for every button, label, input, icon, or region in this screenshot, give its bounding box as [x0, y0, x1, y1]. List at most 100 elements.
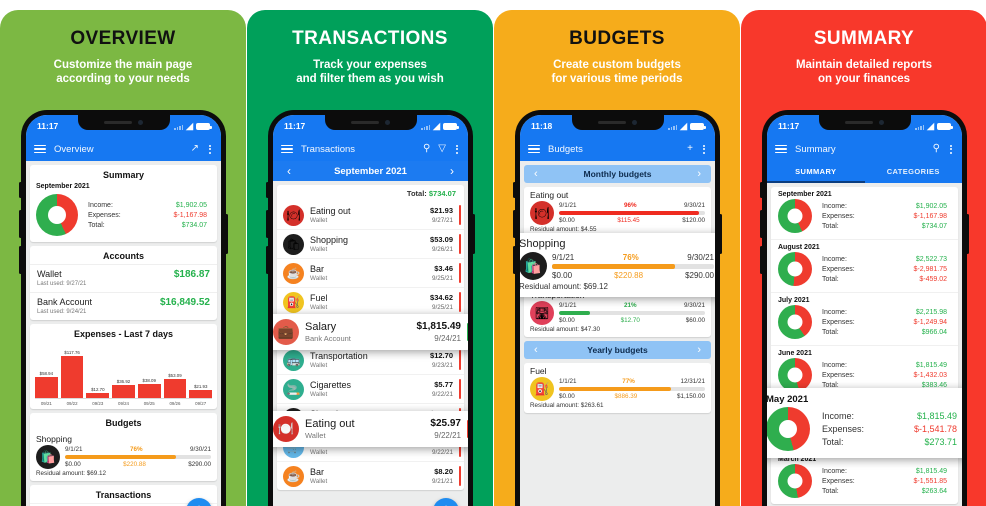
panel-subheading-line1: Create custom budgets	[553, 59, 681, 71]
app-bar: Transactions ⚲ ▽	[273, 137, 468, 161]
total-label: Total:	[822, 437, 844, 447]
budgets-card: Budgets Shopping 🛍️ 9/1/21 76% 9/30/21 $…	[30, 412, 217, 481]
highlighted-transaction-salary[interactable]: 💼 Salary Bank Account $1,815.49 9/24/21	[273, 314, 468, 350]
yearly-budgets-header[interactable]: ‹ Yearly budgets ›	[524, 341, 711, 359]
hamburger-icon[interactable]	[775, 144, 787, 154]
overview-body[interactable]: Summary September 2021 Income: $1,902.05 …	[26, 161, 221, 506]
panel-subheading-line1: Customize the main page	[53, 59, 193, 71]
chevron-right-icon[interactable]: ›	[450, 164, 454, 178]
overflow-menu-icon[interactable]	[701, 144, 707, 154]
budgets-body[interactable]: ‹ Monthly budgets › Eating out 🍽 9/1/21 96%…	[520, 161, 715, 506]
overflow-menu-icon[interactable]	[207, 144, 213, 154]
transaction-row[interactable]: 🍽 Eating out Wallet $21.93 9/27/21	[277, 201, 464, 229]
shopping-bag-icon: 🛍️	[520, 252, 547, 280]
budget-row[interactable]: Shopping 🛍️ 9/1/21 76% 9/30/21 $0.00 $22…	[30, 431, 217, 481]
income-label: Income:	[822, 361, 847, 369]
income-value: $1,815.49	[916, 411, 957, 421]
search-icon[interactable]: ⚲	[933, 144, 940, 154]
chart-bar: $36.92	[112, 346, 135, 398]
total-label: Total:	[822, 328, 839, 336]
transaction-date: 9/22/21	[434, 431, 461, 440]
app-bar-title: Overview	[54, 143, 94, 155]
transaction-account: Wallet	[310, 478, 328, 485]
budget-progress-fill	[552, 263, 676, 269]
chart-x-label: 09/27	[195, 400, 207, 406]
chart-bar: $117.76	[60, 346, 84, 398]
summary-month-title: May 2021	[767, 394, 809, 405]
overflow-menu-icon[interactable]	[948, 144, 954, 154]
phone-notch	[77, 115, 170, 130]
summary-month-group[interactable]: March 2021 Income: $1,815.49 Expenses: $-1,5…	[771, 451, 958, 504]
add-transaction-fab[interactable]: +	[433, 498, 459, 506]
transaction-name: Salary	[305, 321, 337, 333]
plus-icon[interactable]: +	[687, 144, 693, 154]
phone-screen: 11:18 ◢ Budgets + ‹ Monthly budgets › Ea…	[520, 115, 715, 506]
income-value: $1,815.49	[915, 467, 947, 475]
budget-percent: 21%	[623, 302, 637, 309]
summary-tabs[interactable]: SUMMARY CATEGORIES	[767, 161, 962, 183]
account-balance: $186.87	[173, 269, 210, 280]
chevron-left-icon[interactable]: ‹	[534, 168, 538, 180]
account-row[interactable]: Wallet $186.87 Last used: 9/27/21	[30, 264, 217, 292]
budget-row[interactable]: Fuel ⛽ 1/1/21 77% 12/31/21 $0.00 $886.39 $1,150…	[524, 363, 711, 413]
chevron-right-icon[interactable]: ›	[697, 168, 701, 180]
overflow-menu-icon[interactable]	[454, 144, 460, 154]
transaction-date: 9/24/21	[434, 334, 461, 343]
summary-month-group[interactable]: July 2021 Income: $2,215.98 Expenses: $-1,24…	[771, 292, 958, 345]
highlighted-transaction-eating-out[interactable]: 🍽️ Eating out Wallet $25.97 9/22/21	[273, 411, 468, 447]
budget-row[interactable]: Eating out 🍽 9/1/21 96% 9/30/21 $0.00 $115.45 $…	[524, 187, 711, 237]
chart-bar: $12.70	[86, 346, 110, 398]
chart-x-label: 09/21	[40, 400, 52, 406]
category-icon: 🚌	[283, 349, 304, 371]
phone-screen: 11:17 ◢ Transactions ⚲ ▽ ‹ September 202…	[273, 115, 468, 506]
total-label: Total:	[822, 275, 839, 283]
account-row[interactable]: Bank Account $16,849.52 Last used: 9/24/…	[30, 292, 217, 320]
transaction-row[interactable]: 🛍 Shopping Wallet $53.09 9/26/21	[277, 229, 464, 258]
yearly-budgets-label: Yearly budgets	[587, 345, 648, 355]
search-icon[interactable]: ⚲	[423, 144, 430, 154]
budget-percent: 77%	[622, 378, 635, 385]
chart-bar-value: $12.70	[91, 387, 105, 393]
total-label: Total:	[822, 487, 839, 495]
transaction-row[interactable]: 🚬 Cigarettes Wallet $5.77 9/22/21	[277, 374, 464, 403]
chevron-left-icon[interactable]: ‹	[287, 164, 291, 178]
tab-categories[interactable]: CATEGORIES	[865, 161, 963, 183]
total-label: Total:	[822, 222, 839, 230]
transaction-row[interactable]: ☕ Bar Wallet $3.46 9/25/21	[277, 258, 464, 287]
monthly-budgets-header[interactable]: ‹ Monthly budgets ›	[524, 165, 711, 183]
panel-subheading-line1: Track your expenses	[313, 59, 427, 71]
transaction-date: 9/25/21	[431, 275, 453, 282]
budget-name: Fuel	[530, 366, 547, 376]
filter-icon[interactable]: ▽	[438, 144, 446, 154]
summary-month-group[interactable]: September 2021 Income: $1,902.05 Expenses: $…	[771, 187, 958, 239]
tab-summary[interactable]: SUMMARY	[767, 161, 865, 183]
month-navigator[interactable]: ‹ September 2021 ›	[273, 161, 468, 181]
chevron-left-icon[interactable]: ‹	[534, 344, 538, 356]
budget-end-date: 9/30/21	[683, 202, 705, 209]
transaction-row[interactable]: ☕ Bar Wallet $8.20 9/21/21	[277, 461, 464, 490]
transaction-amount: $1,815.49	[416, 321, 462, 332]
highlighted-budget-shopping[interactable]: Shopping 🛍️ 9/1/21 76% 9/30/21 $0.00 $22…	[520, 233, 715, 297]
phone-mockup: 11:17 ◢ Summary ⚲ SUMMARY CATEGORIES Sep…	[760, 110, 969, 506]
expenses-value: $-1,249.94	[913, 318, 947, 326]
transaction-row[interactable]: ⛽ Fuel Wallet $34.62 9/25/21	[277, 287, 464, 316]
app-bar: Overview ↗	[26, 137, 221, 161]
transaction-type-indicator	[459, 292, 461, 312]
budget-max: $1,150.00	[676, 393, 705, 400]
budget-residual: Residual amount: $47.30	[530, 326, 601, 333]
summary-month-group[interactable]: August 2021 Income: $2,522.73 Expenses: $-2,…	[771, 239, 958, 292]
hamburger-icon[interactable]	[34, 144, 46, 154]
panel-summary: SUMMARY Maintain detailed reports on you…	[741, 10, 986, 506]
hamburger-icon[interactable]	[528, 144, 540, 154]
expenses-label: Expenses:	[822, 424, 865, 434]
budget-end-date: 9/30/21	[687, 252, 714, 262]
hamburger-icon[interactable]	[281, 144, 293, 154]
budget-spent: $220.88	[614, 270, 644, 280]
status-time: 11:17	[778, 121, 800, 131]
highlighted-summary-may-2021[interactable]: May 2021 Income: $1,815.49 Expenses: $-1,5…	[767, 388, 962, 458]
chart-toggle-icon[interactable]: ↗	[191, 144, 199, 154]
yearly-budgets-list[interactable]: Fuel ⛽ 1/1/21 77% 12/31/21 $0.00 $886.39 $1,150…	[524, 363, 711, 413]
transaction-amount: $34.62	[430, 293, 453, 302]
chart-bar-rect	[112, 384, 135, 398]
chevron-right-icon[interactable]: ›	[697, 344, 701, 356]
